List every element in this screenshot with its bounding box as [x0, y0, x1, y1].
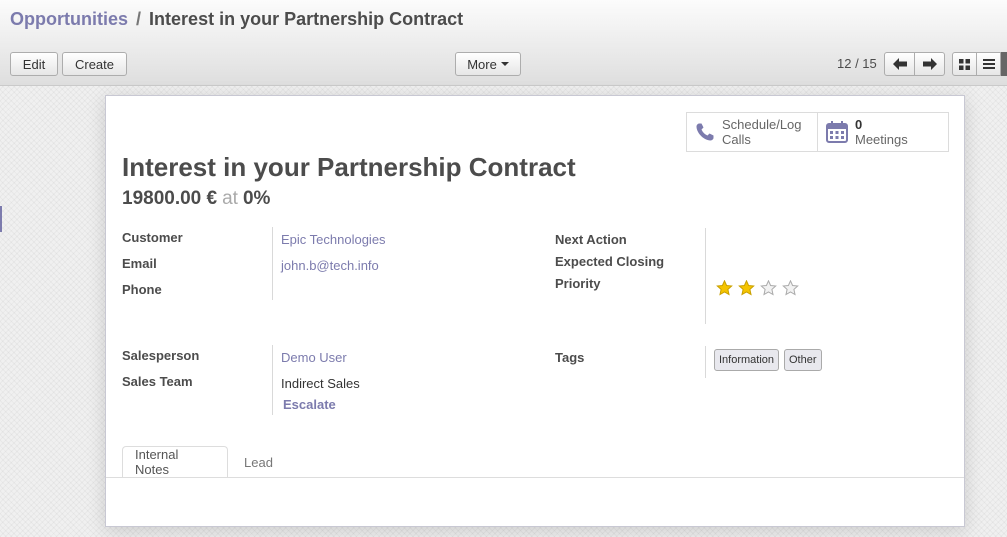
schedule-calls-button[interactable]: Schedule/Log Calls [687, 113, 817, 151]
list-view-button[interactable] [976, 52, 1001, 76]
breadcrumb-opportunities-link[interactable]: Opportunities [10, 9, 128, 29]
field-divider [705, 228, 706, 324]
form-view-button[interactable] [1001, 52, 1007, 76]
tab-internal-notes[interactable]: Internal Notes [122, 446, 228, 478]
edit-button[interactable]: Edit [10, 52, 58, 76]
form-sheet: Schedule/Log Calls 0 Meetings Interest i… [105, 95, 965, 527]
star-filled-icon[interactable] [738, 280, 755, 296]
tab-divider [106, 477, 964, 478]
caret-down-icon [500, 62, 509, 66]
arrow-right-icon [922, 58, 937, 70]
phone-icon [695, 122, 715, 142]
breadcrumb-current: Interest in your Partnership Contract [149, 9, 464, 29]
sales-team-value[interactable]: Indirect Sales [281, 376, 360, 391]
percent-sign: % [253, 188, 271, 209]
calendar-icon [826, 121, 848, 143]
arrow-left-icon [892, 58, 907, 70]
sidebar-edge [0, 206, 2, 232]
pager-previous-button[interactable] [884, 52, 915, 76]
customer-link[interactable]: Epic Technologies [281, 232, 386, 247]
next-action-label: Next Action [555, 232, 627, 247]
create-button[interactable]: Create [62, 52, 127, 76]
meetings-count: 0 [855, 117, 863, 132]
customer-label: Customer [122, 230, 183, 245]
phone-label: Phone [122, 282, 162, 297]
at-label: at [222, 188, 238, 209]
email-link[interactable]: john.b@tech.info [281, 258, 379, 273]
expected-closing-label: Expected Closing [555, 254, 665, 269]
star-empty-icon[interactable] [782, 280, 799, 296]
tags-label: Tags [555, 350, 585, 365]
meetings-label: Meetings [855, 132, 908, 147]
opportunity-title[interactable]: Interest in your Partnership Contract [122, 152, 576, 183]
field-divider [272, 227, 273, 300]
meetings-button[interactable]: 0 Meetings [817, 113, 948, 151]
salesperson-link[interactable]: Demo User [281, 350, 347, 365]
field-divider [705, 346, 706, 378]
star-filled-icon[interactable] [716, 280, 733, 296]
pager-counter[interactable]: 12 / 15 [837, 56, 877, 71]
breadcrumb-separator: / [136, 9, 142, 29]
priority-label: Priority [555, 276, 601, 291]
kanban-icon [959, 58, 970, 70]
probability-value[interactable]: 0 [243, 188, 254, 209]
more-label: More [467, 56, 497, 72]
expected-revenue[interactable]: 19800.00 € [122, 188, 217, 209]
tab-lead[interactable]: Lead [232, 446, 285, 478]
star-empty-icon[interactable] [760, 280, 777, 296]
schedule-calls-line2: Calls [722, 132, 751, 147]
pager-next-button[interactable] [914, 52, 945, 76]
tag-other[interactable]: Other [784, 349, 822, 371]
email-label: Email [122, 256, 157, 271]
sales-team-label: Sales Team [122, 374, 193, 389]
breadcrumb: Opportunities / Interest in your Partner… [10, 9, 463, 30]
field-divider [272, 345, 273, 415]
control-panel: Opportunities / Interest in your Partner… [0, 0, 1007, 86]
expected-revenue-row: 19800.00 € at 0% [122, 188, 270, 210]
escalate-button[interactable]: Escalate [283, 397, 336, 412]
kanban-view-button[interactable] [952, 52, 977, 76]
tag-information[interactable]: Information [714, 349, 780, 371]
schedule-calls-line1: Schedule/Log [722, 117, 802, 132]
more-dropdown-button[interactable]: More [455, 52, 521, 76]
list-icon [982, 59, 995, 69]
salesperson-label: Salesperson [122, 348, 200, 363]
smart-buttons: Schedule/Log Calls 0 Meetings [686, 112, 949, 152]
